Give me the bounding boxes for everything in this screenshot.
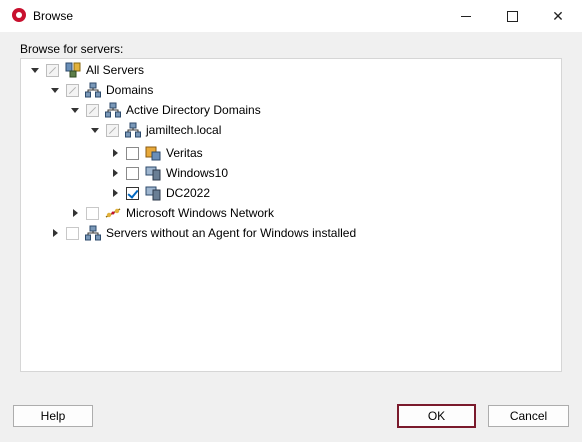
- domain-icon: [105, 102, 121, 118]
- expand-arrow-icon[interactable]: [110, 148, 120, 158]
- ok-button[interactable]: OK: [397, 404, 476, 428]
- tree-item-domains[interactable]: Domains: [50, 80, 153, 100]
- tree-item-servers-without-agent[interactable]: Servers without an Agent for Windows ins…: [50, 223, 356, 243]
- title-bar: Browse ✕: [0, 0, 582, 32]
- tree-item-server-dc2022[interactable]: DC2022: [110, 183, 210, 203]
- checkbox-domain-local[interactable]: [106, 123, 119, 137]
- checkbox-all-servers[interactable]: [46, 63, 59, 77]
- computer-icon: [145, 166, 161, 181]
- browse-label: Browse for servers:: [20, 42, 124, 56]
- tree-item-active-directory-domains[interactable]: Active Directory Domains: [70, 100, 261, 120]
- tree-item-label: Active Directory Domains: [126, 103, 261, 117]
- maximize-button[interactable]: [489, 0, 535, 32]
- computer-icon: [145, 186, 161, 201]
- tree-item-server-windows10[interactable]: Windows10: [110, 163, 228, 183]
- close-icon: ✕: [552, 7, 564, 24]
- checkbox-active-directory-domains[interactable]: [86, 103, 99, 117]
- checkbox-domains[interactable]: [66, 83, 79, 97]
- tree-item-server-veritas[interactable]: Veritas: [110, 143, 203, 163]
- tree-item-all-servers[interactable]: All Servers: [30, 60, 144, 80]
- expand-arrow-icon[interactable]: [70, 208, 80, 218]
- maximize-icon: [506, 10, 518, 22]
- window-title: Browse: [33, 9, 74, 23]
- server-icon: [145, 146, 161, 161]
- tree-item-label: Servers without an Agent for Windows ins…: [106, 226, 357, 240]
- domain-icon: [85, 225, 101, 241]
- domain-icon: [125, 122, 141, 138]
- expand-arrow-icon[interactable]: [70, 105, 80, 115]
- domain-icon: [85, 82, 101, 98]
- tree-item-domain-local[interactable]: jamiltech.local: [90, 120, 221, 140]
- tree-item-label: Windows10: [166, 166, 229, 180]
- minimize-icon: [461, 15, 471, 17]
- tree-item-label: DC2022: [166, 186, 211, 200]
- servers-network-icon: [65, 62, 81, 78]
- expand-arrow-icon[interactable]: [50, 228, 60, 238]
- expand-arrow-icon[interactable]: [110, 168, 120, 178]
- checkbox-microsoft-windows-network[interactable]: [86, 206, 99, 220]
- app-icon: [12, 8, 26, 22]
- expand-arrow-icon[interactable]: [50, 85, 60, 95]
- checkbox-server-dc2022[interactable]: [126, 186, 139, 200]
- expand-arrow-icon[interactable]: [110, 188, 120, 198]
- expand-arrow-icon[interactable]: [90, 125, 100, 135]
- network-icon: [105, 208, 121, 218]
- tree-item-label: All Servers: [86, 63, 145, 77]
- tree-item-label: Veritas: [166, 146, 203, 160]
- expand-arrow-icon[interactable]: [30, 65, 40, 75]
- minimize-button[interactable]: [443, 0, 489, 32]
- close-button[interactable]: ✕: [535, 0, 581, 32]
- checkbox-servers-without-agent[interactable]: [66, 226, 79, 240]
- tree-item-label: jamiltech.local: [146, 123, 222, 137]
- browse-dialog: Browse ✕ Browse for servers: All Servers: [0, 0, 582, 442]
- cancel-button[interactable]: Cancel: [488, 405, 569, 427]
- checkbox-server-veritas[interactable]: [126, 146, 139, 160]
- checkbox-server-windows10[interactable]: [126, 166, 139, 180]
- server-tree[interactable]: All Servers Domains Active Directory Dom…: [20, 58, 562, 372]
- tree-item-label: Microsoft Windows Network: [126, 206, 275, 220]
- tree-item-microsoft-windows-network[interactable]: Microsoft Windows Network: [70, 203, 274, 223]
- tree-item-label: Domains: [106, 83, 154, 97]
- help-button[interactable]: Help: [13, 405, 93, 427]
